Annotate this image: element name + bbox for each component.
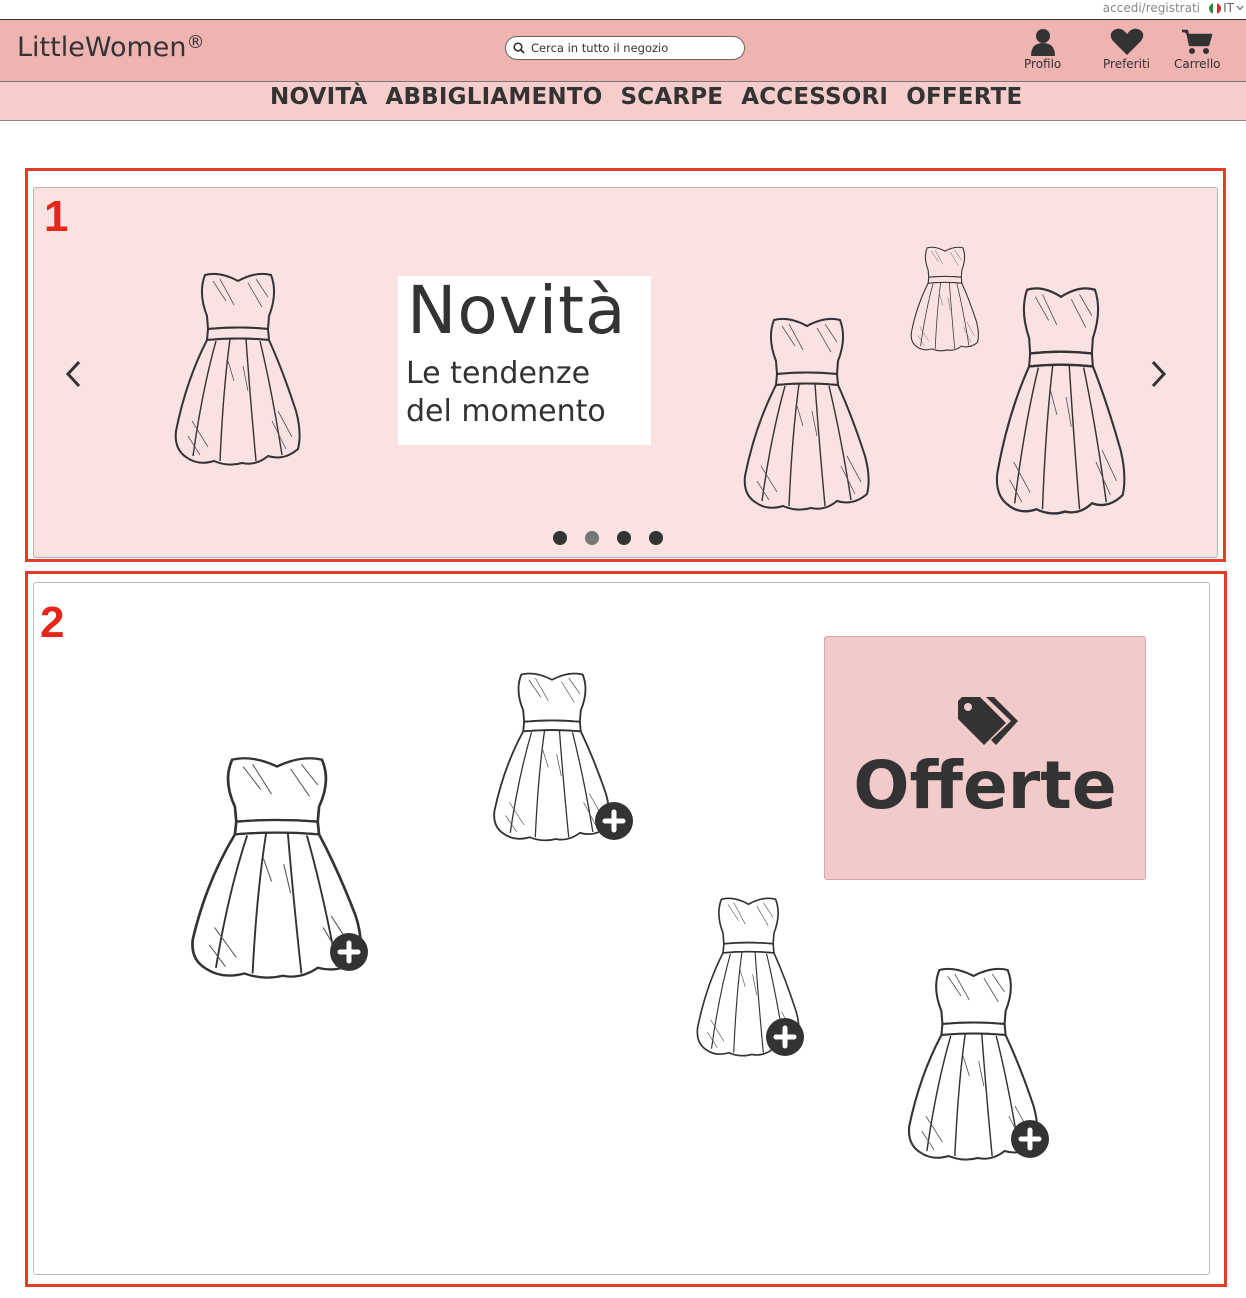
add-product-button[interactable] [595, 802, 633, 840]
cart-button[interactable]: Carrello [1174, 28, 1221, 71]
nav-item-novita[interactable]: NOVITÀ [270, 84, 367, 110]
hero-subtitle: Le tendenze del momento [406, 355, 606, 431]
nav-item-offerte[interactable]: OFFERTE [906, 84, 1022, 110]
carousel-prev-arrow-icon[interactable] [64, 360, 84, 388]
carousel-dot[interactable] [585, 531, 599, 545]
hero-caption: Novità Le tendenze del momento [398, 272, 651, 445]
search-input[interactable] [529, 40, 733, 56]
add-product-button[interactable] [766, 1018, 804, 1056]
language-selector[interactable]: IT [1209, 1, 1244, 15]
hero-subtitle-line-1: Le tendenze [406, 356, 591, 391]
hero-subtitle-line-2: del momento [406, 394, 606, 429]
plus-icon [337, 940, 361, 964]
dress-image [907, 245, 983, 355]
plus-icon [1018, 1127, 1042, 1151]
site-header: LittleWomen® Profilo Preferiti Carrello [0, 20, 1246, 82]
offers-card[interactable]: Offerte [824, 636, 1146, 880]
price-tag-icon [958, 697, 1018, 745]
hero-title: Novità [407, 272, 627, 349]
nav-item-abbigliamento[interactable]: ABBIGLIAMENTO [385, 84, 602, 110]
nav-item-scarpe[interactable]: SCARPE [620, 84, 723, 110]
dress-image [989, 285, 1133, 521]
offers-label: Offerte [853, 747, 1117, 824]
main-nav: NOVITÀ ABBIGLIAMENTO SCARPE ACCESSORI OF… [0, 82, 1246, 121]
carousel-indicators [553, 531, 663, 545]
annotation-number-1: 1 [44, 192, 69, 241]
annotation-number-2: 2 [40, 598, 65, 647]
add-product-button[interactable] [330, 933, 368, 971]
language-label: IT [1223, 1, 1234, 15]
products-section: Offerte [33, 582, 1210, 1275]
dress-image [168, 271, 308, 471]
plus-icon [602, 809, 626, 833]
search-icon [513, 42, 525, 54]
carousel-dot[interactable] [649, 531, 663, 545]
carousel-next-arrow-icon[interactable] [1148, 360, 1168, 388]
registered-mark: ® [186, 32, 205, 53]
cart-icon [1182, 29, 1213, 54]
favorites-label: Preferiti [1103, 57, 1150, 71]
utility-bar: accedi/registrati IT [0, 0, 1246, 20]
plus-icon [773, 1025, 797, 1049]
hero-carousel: Novità Le tendenze del momento [33, 187, 1218, 558]
dress-image [737, 316, 877, 516]
nav-item-accessori[interactable]: ACCESSORI [741, 84, 888, 110]
chevron-down-icon [1236, 5, 1244, 11]
cart-label: Carrello [1174, 57, 1221, 71]
profile-button[interactable]: Profilo [1024, 28, 1061, 71]
carousel-dot[interactable] [553, 531, 567, 545]
user-icon [1030, 29, 1055, 56]
login-register-link[interactable]: accedi/registrati [1103, 1, 1200, 15]
add-product-button[interactable] [1011, 1120, 1049, 1158]
heart-icon [1110, 28, 1143, 55]
site-logo[interactable]: LittleWomen® [17, 32, 205, 63]
favorites-button[interactable]: Preferiti [1103, 28, 1150, 71]
logo-text: LittleWomen [17, 32, 187, 63]
italy-flag-icon [1209, 2, 1222, 14]
search-box[interactable] [505, 36, 745, 60]
profile-label: Profilo [1024, 57, 1062, 71]
carousel-dot[interactable] [617, 531, 631, 545]
